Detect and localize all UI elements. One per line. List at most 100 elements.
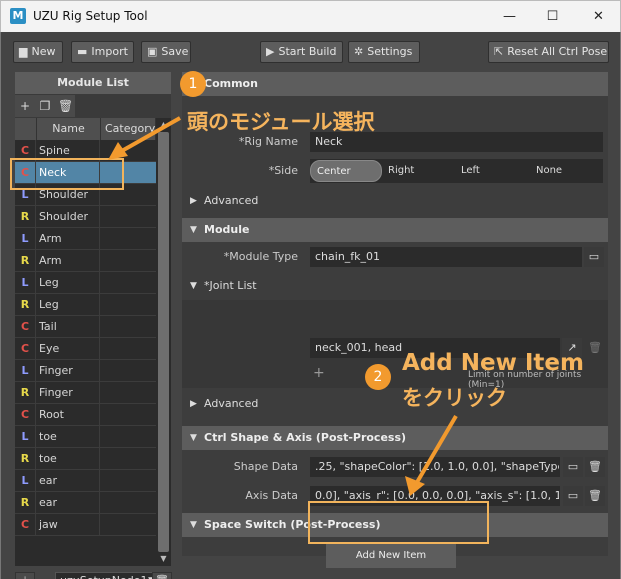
trash-icon[interactable]: 🗑 [585,486,605,506]
collapse-triangle-icon: ▼ [190,225,197,235]
collapse-triangle-icon: ▼ [190,433,197,443]
joint-list-item[interactable]: neck_001, head [310,338,560,358]
table-row[interactable]: Rtoe [15,448,156,470]
table-row[interactable]: L Arm [15,228,156,250]
common-advanced-toggle[interactable]: ▶ Advanced [182,189,608,213]
shape-data-label: Shape Data [233,460,298,473]
scroll-thumb[interactable] [158,132,169,552]
module-list-toolbar: + ❐ 🗑 [15,95,75,117]
module-type-label: *Module Type [223,250,298,263]
table-row[interactable]: C Root [15,404,156,426]
table-row[interactable]: R Arm [15,250,156,272]
duplicate-module-icon[interactable]: ❐ [38,98,52,114]
start-build-button[interactable]: ▶ Start Build [260,41,343,63]
table-row[interactable]: C Tail [15,316,156,338]
pick-node-icon[interactable]: ⤓ [15,572,35,579]
play-icon: ▶ [266,45,275,58]
module-type-field[interactable]: chain_fk_01 [310,247,582,267]
table-header: Name Category [15,118,156,140]
table-row[interactable]: Lear [15,470,156,492]
common-advanced-label: Advanced [204,194,259,207]
add-joint-icon[interactable]: + [313,365,325,381]
side-option-left[interactable]: Left [455,160,525,182]
title-bar: M UZU Rig Setup Tool — ☐ ✕ [0,0,621,32]
side-badge: R [15,382,36,404]
scroll-down-arrow[interactable]: ▼ [156,552,171,566]
module-name: ear [37,470,100,492]
module-name: ear [37,492,100,514]
space-switch-section-header[interactable]: ▼ Space Switch (Post-Process) [182,513,608,537]
table-row[interactable]: L Finger [15,360,156,382]
axis-data-label: Axis Data [245,489,298,502]
table-row[interactable]: L Leg [15,272,156,294]
side-label: *Side [268,164,298,177]
side-badge: C [15,140,36,162]
ctrl-shape-section-header[interactable]: ▼ Ctrl Shape & Axis (Post-Process) [182,426,608,450]
window-client: ▆ New ▬ Import ▣ Save ▶ Start Build ✲ Setting… [0,32,621,579]
save-button[interactable]: ▣ Save [141,41,191,63]
category-column-header[interactable]: Category [101,118,156,140]
edit-icon[interactable]: ▭ [563,486,583,506]
common-section-header[interactable]: ▼ Common [182,72,608,96]
save-icon: ▣ [147,45,158,58]
table-row[interactable]: Rear [15,492,156,514]
module-list-table: Name Category C Spine C Neck L Shoulder R Shoul… [15,118,171,566]
module-name: Eye [37,338,100,360]
delete-node-icon[interactable]: 🗑 [152,572,172,579]
side-badge: C [15,338,36,360]
list-scrollbar[interactable]: ▲ ▼ [156,118,171,566]
table-row[interactable]: C Spine [15,140,156,162]
module-title: Module [204,223,250,236]
delete-module-icon[interactable]: 🗑 [58,98,73,114]
name-column-header[interactable]: Name [37,118,101,140]
shape-data-field[interactable]: .25, "shapeColor": [1.0, 1.0, 0.0], "sha… [310,457,560,477]
trash-icon[interactable]: 🗑 [585,338,605,358]
side-badge: R [15,206,36,228]
table-row[interactable]: C Neck [15,162,156,184]
table-row[interactable]: L Shoulder [15,184,156,206]
settings-label: Settings [367,45,413,58]
table-row[interactable]: Cjaw [15,514,156,536]
table-row[interactable]: Ltoe [15,426,156,448]
reset-ctrl-pose-button[interactable]: ⇱ Reset All Ctrl Pose [488,41,609,63]
module-name: Neck [37,162,100,184]
module-name: Leg [37,272,100,294]
collapse-triangle-icon: ▼ [190,281,197,291]
side-badge: L [15,184,36,206]
table-row[interactable]: R Finger [15,382,156,404]
setup-node-value: uzuSetupNode1 [60,574,147,579]
settings-button[interactable]: ✲ Settings [348,41,420,63]
maximize-button[interactable]: ☐ [530,1,575,32]
joint-list-toggle[interactable]: ▼ *Joint List [182,274,608,298]
table-row[interactable]: R Shoulder [15,206,156,228]
side-badge: R [15,492,36,514]
collapse-triangle-icon: ▼ [190,79,197,89]
axis-data-field[interactable]: 0.0], "axis_r": [0.0, 0.0, 0.0], "axis_s… [310,486,560,506]
side-badge: R [15,448,36,470]
minimize-button[interactable]: — [487,1,532,32]
trash-icon[interactable]: 🗑 [585,457,605,477]
close-button[interactable]: ✕ [576,1,621,32]
module-advanced-toggle[interactable]: ▶ Advanced [182,392,608,416]
side-badge: R [15,294,36,316]
reset-icon: ⇱ [494,45,504,58]
add-module-icon[interactable]: + [18,98,32,114]
start-build-label: Start Build [278,45,337,58]
import-button[interactable]: ▬ Import [71,41,134,63]
new-button[interactable]: ▆ New [13,41,63,63]
side-option-right[interactable]: Right [382,160,452,182]
add-new-item-button[interactable]: Add New Item [326,544,456,568]
module-name: Finger [37,360,100,382]
pick-joints-icon[interactable]: ↗ [562,338,582,358]
edit-icon[interactable]: ▭ [563,457,583,477]
browse-icon[interactable]: ▭ [584,247,604,267]
setup-node-select[interactable]: uzuSetupNode1 ▼ [55,572,159,579]
side-option-center[interactable]: Center [310,160,382,182]
table-row[interactable]: R Leg [15,294,156,316]
module-section-header[interactable]: ▼ Module [182,218,608,242]
table-row[interactable]: C Eye [15,338,156,360]
rig-name-field[interactable]: Neck [310,132,603,152]
side-badge: C [15,514,36,536]
side-option-none[interactable]: None [530,160,600,182]
scroll-up-arrow[interactable]: ▲ [156,118,171,132]
